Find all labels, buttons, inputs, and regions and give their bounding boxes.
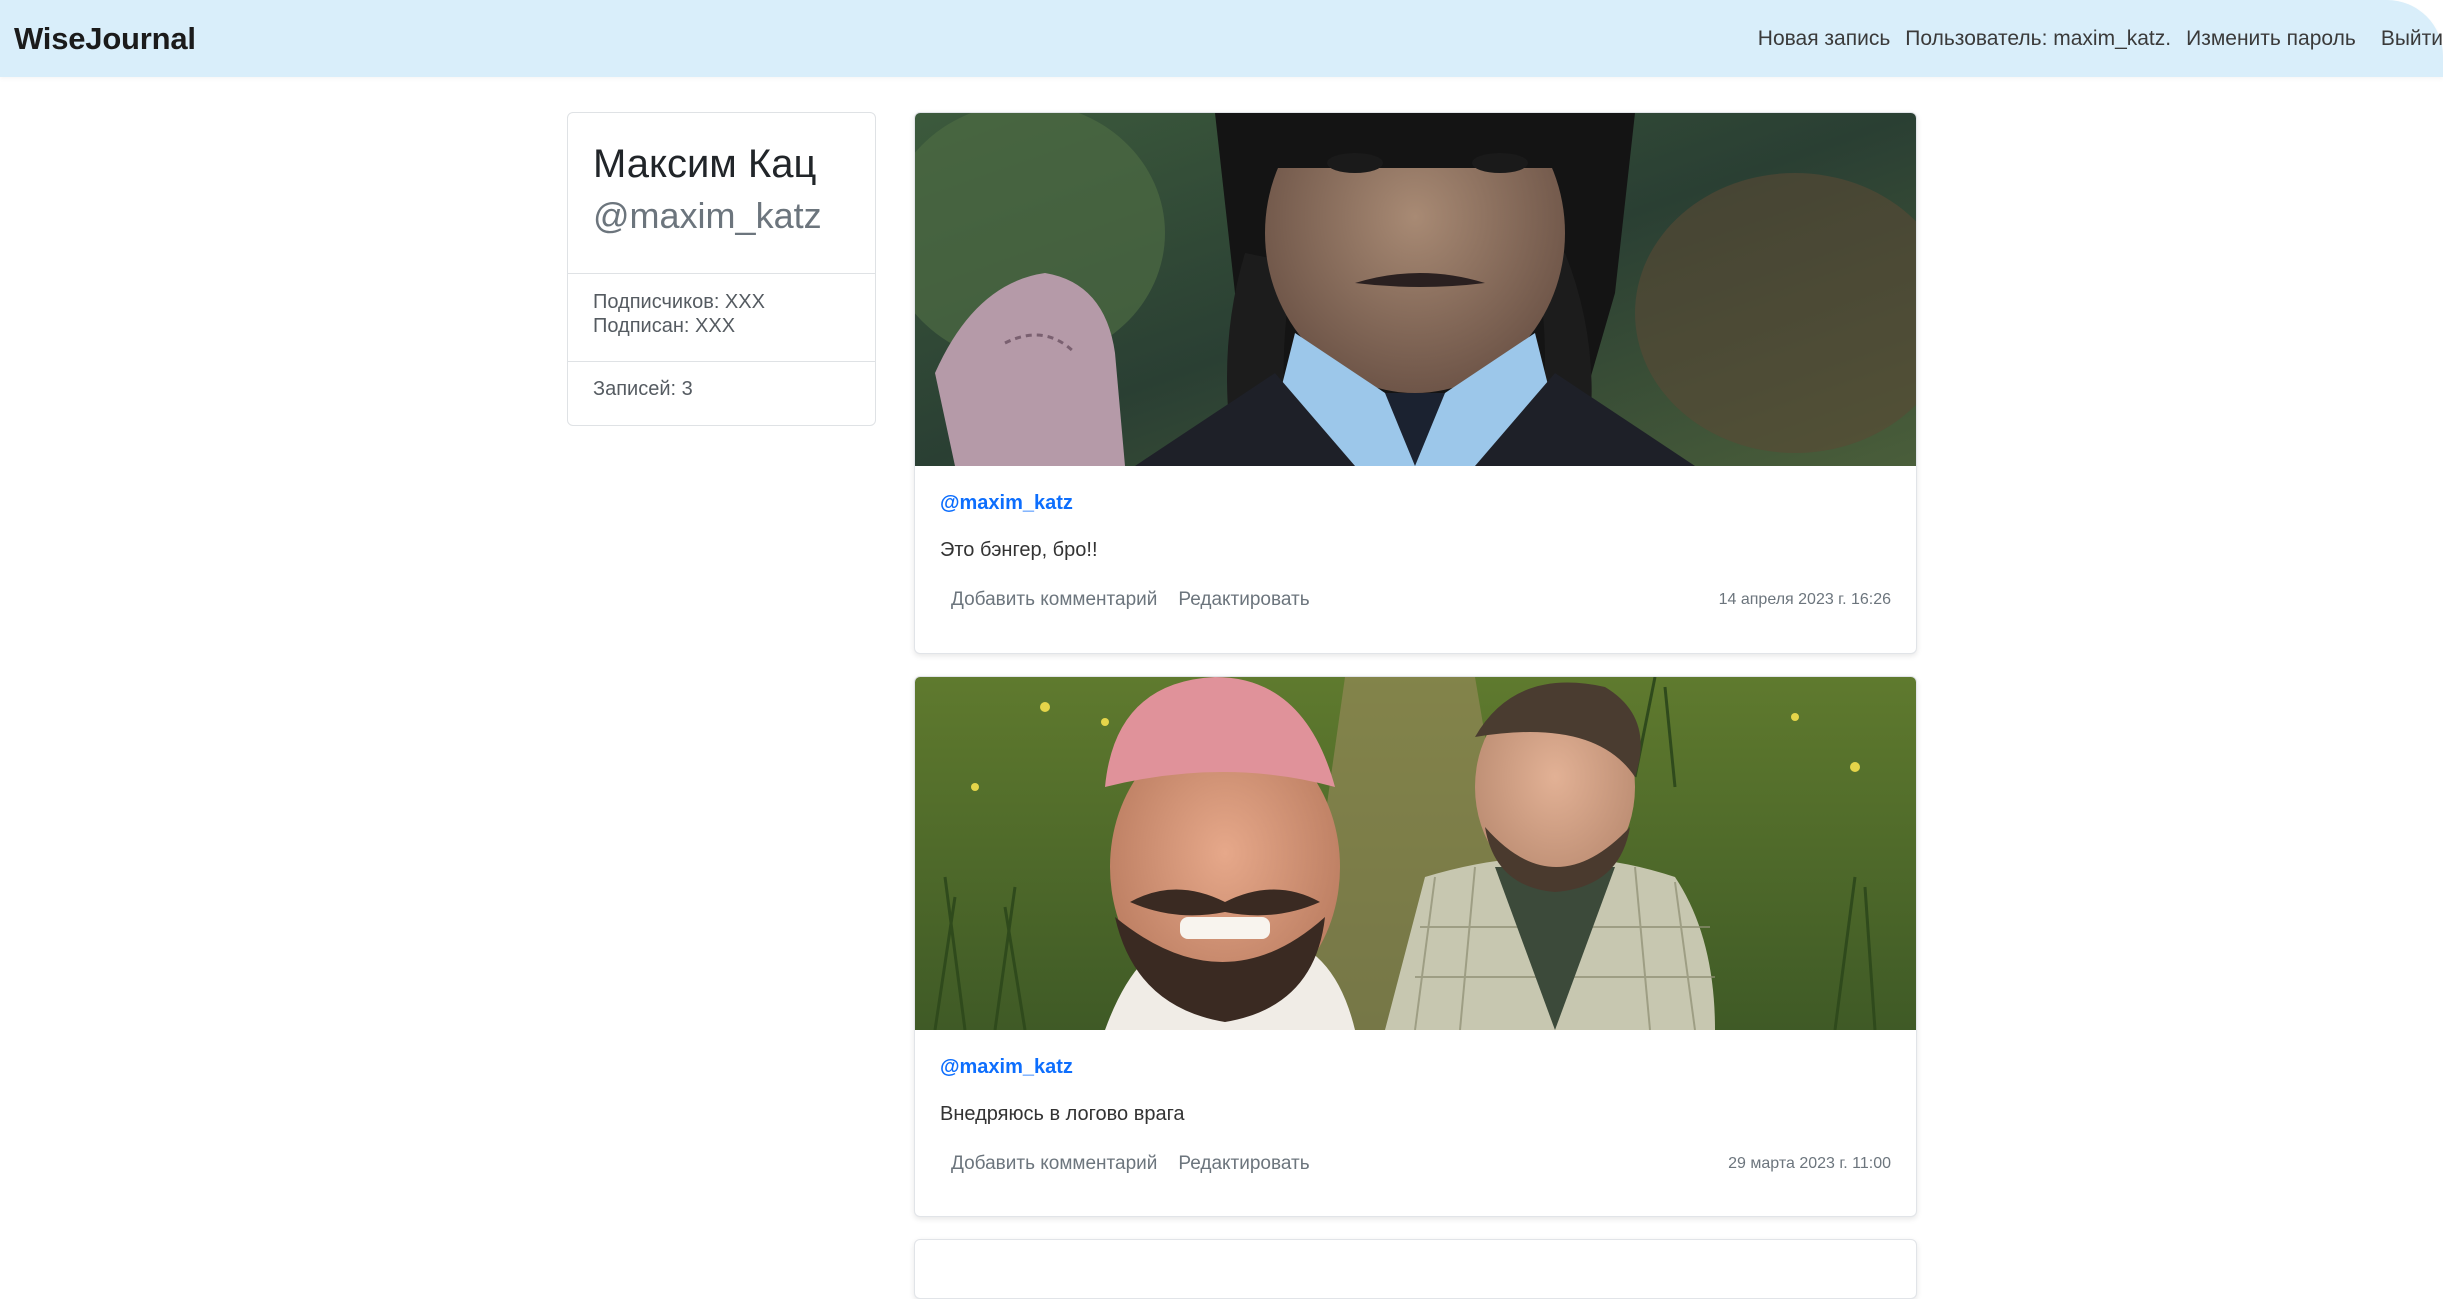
change-password-link[interactable]: Изменить пароль — [2186, 27, 2356, 51]
post-card — [914, 1239, 1917, 1299]
post-date: 14 апреля 2023 г. 16:26 — [1718, 591, 1891, 608]
edit-post-link[interactable]: Редактировать — [1178, 1153, 1309, 1175]
brand-logo[interactable]: WiseJournal — [14, 21, 196, 57]
post-date: 29 марта 2023 г. 11:00 — [1728, 1155, 1891, 1172]
followers-count: Подписчиков: XXX — [593, 291, 765, 313]
post-image — [915, 113, 1916, 466]
profile-stats: Подписчиков: XXX Подписан: XXX — [568, 274, 875, 362]
post-footer: Добавить комментарий Редактировать 29 ма… — [940, 1153, 1891, 1175]
post-footer: Добавить комментарий Редактировать 14 ап… — [940, 589, 1891, 611]
post-card: @maxim_katz Внедряюсь в логово врага Доб… — [914, 676, 1917, 1217]
post-author-link[interactable]: @maxim_katz — [940, 1056, 1073, 1079]
post-body: @maxim_katz Это бэнгер, бро!! Добавить к… — [915, 466, 1916, 611]
post-author-link[interactable]: @maxim_katz — [940, 492, 1073, 515]
post-actions: Добавить комментарий Редактировать — [940, 589, 1331, 611]
add-comment-link[interactable]: Добавить комментарий — [951, 589, 1157, 611]
posts-count: Записей: 3 — [593, 378, 693, 400]
post-text: Внедряюсь в логово врага — [940, 1103, 1185, 1125]
edit-post-link[interactable]: Редактировать — [1178, 589, 1309, 611]
post-card: @maxim_katz Это бэнгер, бро!! Добавить к… — [914, 112, 1917, 654]
current-user-label: Пользователь: maxim_katz. — [1905, 26, 2172, 50]
post-text: Это бэнгер, бро!! — [940, 539, 1098, 561]
post-actions: Добавить комментарий Редактировать — [940, 1153, 1331, 1175]
logout-link[interactable]: Выйти — [2381, 27, 2443, 51]
new-post-link[interactable]: Новая запись — [1758, 27, 1891, 51]
top-navbar: WiseJournal Новая запись Пользователь: m… — [0, 0, 2443, 77]
profile-name: Максим Кац — [593, 142, 817, 186]
post-body: @maxim_katz Внедряюсь в логово врага Доб… — [915, 1030, 1916, 1175]
profile-handle: @maxim_katz — [593, 195, 822, 236]
profile-header: Максим Кац @maxim_katz — [568, 113, 875, 274]
following-count: Подписан: XXX — [593, 315, 736, 337]
profile-card: Максим Кац @maxim_katz Подписчиков: XXX … — [567, 112, 876, 426]
post-image — [915, 677, 1916, 1030]
nav-links: Новая запись Пользователь: maxim_katz. И… — [1743, 0, 2443, 77]
add-comment-link[interactable]: Добавить комментарий — [951, 1153, 1157, 1175]
